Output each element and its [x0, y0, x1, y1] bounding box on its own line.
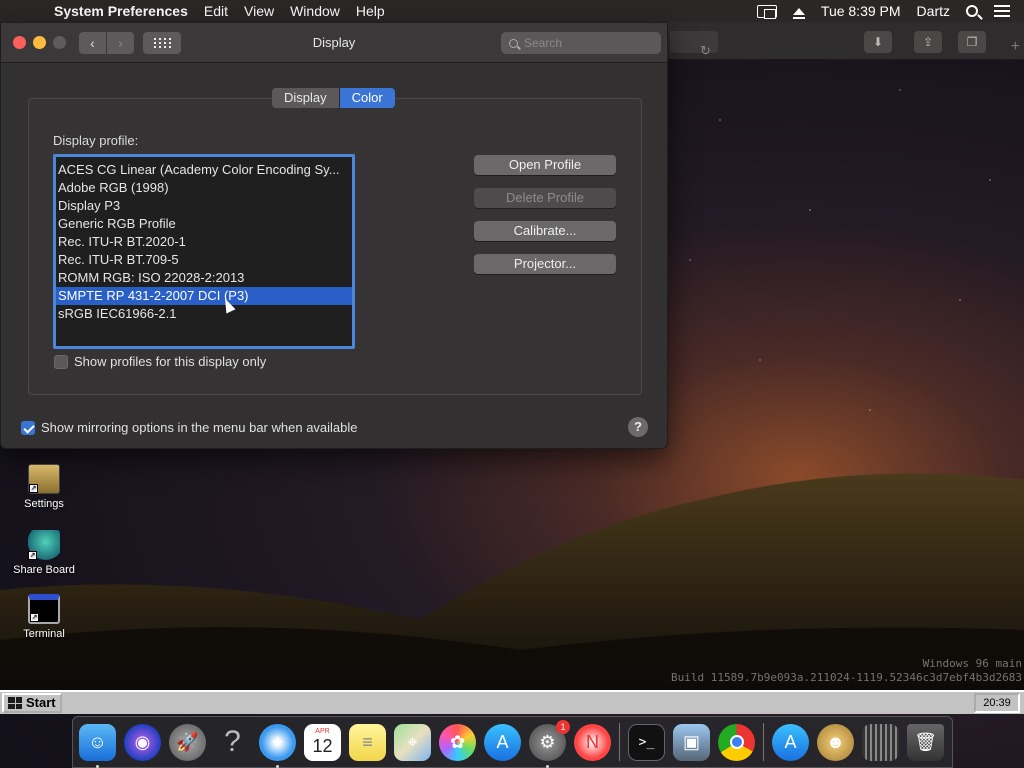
- profile-list-item[interactable]: Rec. ITU-R BT.709-5: [56, 251, 352, 269]
- calibrate-button[interactable]: Calibrate...: [474, 221, 616, 241]
- maps-icon[interactable]: ⌖: [394, 723, 431, 761]
- display-profile-list[interactable]: ACES CG Linear (Academy Color Encoding S…: [53, 154, 355, 349]
- eject-icon[interactable]: [792, 7, 805, 19]
- dock-separator: [763, 723, 764, 761]
- show-mirroring-label: Show mirroring options in the menu bar w…: [41, 420, 358, 435]
- desktop-icon-settings[interactable]: ↗ Settings: [10, 464, 78, 510]
- open-profile-button[interactable]: Open Profile: [474, 155, 616, 175]
- app-store-downloads-icon[interactable]: A: [772, 723, 809, 761]
- menu-user[interactable]: Dartz: [917, 3, 950, 19]
- desktop-icon-terminal[interactable]: ↗ Terminal: [10, 594, 78, 640]
- spotlight-search-icon[interactable]: [966, 5, 978, 17]
- menu-window[interactable]: Window: [282, 3, 348, 19]
- menu-bar: System Preferences Edit View Window Help…: [0, 0, 1024, 22]
- desktop-icon-label: Settings: [24, 498, 64, 510]
- photos-icon[interactable]: ✿: [439, 723, 476, 761]
- taskbar: Start 20:39: [0, 690, 1024, 714]
- tab-display[interactable]: Display: [272, 88, 340, 108]
- notes-icon[interactable]: ≡: [349, 723, 386, 761]
- share-icon[interactable]: ⇪: [914, 31, 942, 53]
- windows-logo-icon: [8, 697, 22, 709]
- chrome-icon[interactable]: [718, 723, 755, 761]
- tabs-overview-icon[interactable]: ❐: [958, 31, 986, 53]
- system-preferences-badge: 1: [556, 719, 570, 734]
- display-preferences-window: ‹ › Display Display Color Display profil…: [0, 22, 668, 449]
- help-question-icon[interactable]: ?: [214, 724, 251, 761]
- show-profiles-only-checkbox[interactable]: [54, 354, 68, 369]
- taskbar-clock: 20:39: [974, 693, 1020, 713]
- search-icon: [509, 38, 518, 48]
- system-preferences-icon[interactable]: ⚙ 1: [529, 719, 570, 768]
- display-profile-label: Display profile:: [53, 133, 139, 148]
- profile-list-item[interactable]: ACES CG Linear (Academy Color Encoding S…: [56, 161, 352, 179]
- menu-app-name[interactable]: System Preferences: [42, 3, 196, 19]
- profile-list-item[interactable]: Generic RGB Profile: [56, 215, 352, 233]
- trash-icon[interactable]: 🗑: [907, 723, 944, 761]
- new-tab-icon[interactable]: +: [1011, 38, 1020, 56]
- show-profiles-only-row[interactable]: Show profiles for this display only: [54, 354, 266, 369]
- dock-separator: [619, 723, 620, 761]
- desktop-icon-label: Terminal: [23, 628, 65, 640]
- background-url-bar[interactable]: ↻: [670, 31, 718, 58]
- search-field[interactable]: [501, 32, 661, 54]
- app-store-icon[interactable]: A: [484, 723, 521, 761]
- profile-list-item[interactable]: ROMM RGB: ISO 22028-2:2013: [56, 269, 352, 287]
- build-watermark: Build 11589.7b9e093a.211024-1119.52346c3…: [671, 671, 1022, 684]
- help-button[interactable]: ?: [628, 417, 648, 437]
- calendar-icon[interactable]: APR 12: [304, 723, 341, 761]
- calendar-month: APR: [315, 728, 330, 735]
- finder-icon[interactable]: ☺: [79, 723, 116, 768]
- desktop-icon-label: Share Board: [13, 564, 75, 576]
- show-profiles-only-label: Show profiles for this display only: [74, 354, 267, 369]
- preview-icon[interactable]: ▣: [673, 723, 710, 761]
- menu-view[interactable]: View: [236, 3, 282, 19]
- notification-center-icon[interactable]: [994, 5, 1010, 17]
- profile-list-item[interactable]: SMPTE RP 431-2-2007 DCI (P3): [56, 287, 352, 305]
- profile-list-item[interactable]: sRGB IEC61966-2.1: [56, 305, 352, 323]
- siri-icon[interactable]: ◉: [124, 723, 161, 761]
- terminal-dock-icon[interactable]: >_: [628, 723, 665, 761]
- safari-icon[interactable]: ✦: [259, 723, 296, 768]
- terminal-icon: ↗: [28, 594, 60, 624]
- display-mirroring-icon[interactable]: [756, 4, 777, 19]
- window-titlebar[interactable]: ‹ › Display: [1, 23, 667, 63]
- news-icon[interactable]: N: [574, 723, 611, 761]
- share-board-icon: ↗: [28, 530, 60, 560]
- desktop-icon-share-board[interactable]: ↗ Share Board: [10, 530, 78, 576]
- start-button[interactable]: Start: [2, 693, 62, 713]
- show-mirroring-checkbox[interactable]: [21, 420, 35, 435]
- profile-list-item[interactable]: Adobe RGB (1998): [56, 179, 352, 197]
- delete-profile-button: Delete Profile: [474, 188, 616, 208]
- menu-clock[interactable]: Tue 8:39 PM: [821, 3, 901, 19]
- launchpad-icon[interactable]: 🚀: [169, 723, 206, 761]
- start-label: Start: [26, 695, 56, 710]
- search-input[interactable]: [524, 36, 654, 50]
- applications-folder-icon[interactable]: [862, 723, 899, 761]
- show-mirroring-row[interactable]: Show mirroring options in the menu bar w…: [21, 420, 358, 435]
- calendar-day: 12: [312, 736, 333, 756]
- reload-icon[interactable]: ↻: [700, 43, 711, 59]
- menu-help[interactable]: Help: [348, 3, 393, 19]
- mascot-app-icon[interactable]: ☻: [817, 723, 854, 761]
- background-window-toolbar: ↻ ⬇ ⇪ ❐ +: [668, 22, 1024, 60]
- menu-edit[interactable]: Edit: [196, 3, 236, 19]
- tab-bar: Display Color: [272, 88, 395, 108]
- os-watermark: Windows 96 main: [922, 657, 1022, 670]
- profile-list-item[interactable]: Rec. ITU-R BT.2020-1: [56, 233, 352, 251]
- profile-list-item[interactable]: Display P3: [56, 197, 352, 215]
- projector-button[interactable]: Projector...: [474, 254, 616, 274]
- wallpaper-hills: [0, 420, 1024, 690]
- settings-folder-icon: ↗: [28, 464, 60, 494]
- download-icon[interactable]: ⬇: [864, 31, 892, 53]
- dock: ☺ ◉ 🚀 ? ✦ APR 12 ≡ ⌖ ✿ A ⚙ 1 N >_ ▣ A ☻ 🗑: [72, 716, 953, 768]
- tab-color[interactable]: Color: [339, 88, 395, 108]
